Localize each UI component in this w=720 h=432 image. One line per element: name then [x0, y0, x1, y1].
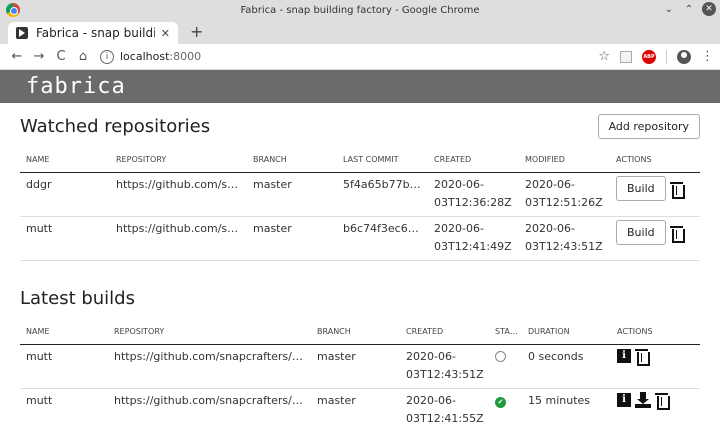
repo-name: mutt [20, 216, 110, 261]
watched-section-header: Watched repositories Add repository [20, 103, 700, 149]
repo-actions: Build [610, 172, 700, 217]
delete-trash-icon[interactable] [635, 348, 650, 366]
column-header: BRANCH [311, 321, 400, 345]
watched-repositories-table: NAME REPOSITORY BRANCH LAST COMMIT CREAT… [20, 149, 700, 261]
repo-branch: master [247, 216, 337, 261]
build-repo-url: https://github.com/snapcrafters/mutt [108, 344, 311, 389]
column-header: CREATED [428, 149, 519, 173]
status-pending-icon [495, 351, 506, 362]
builds-section-header: Latest builds [20, 275, 700, 321]
minimize-button[interactable]: ⌄ [662, 4, 676, 15]
tab-title: Fabrica - snap building [36, 26, 155, 40]
window-title: Fabrica - snap building factory - Google… [240, 4, 480, 16]
table-header-row: NAME REPOSITORY BRANCH LAST COMMIT CREAT… [20, 149, 700, 173]
watched-repositories-title: Watched repositories [20, 115, 211, 137]
delete-trash-icon[interactable] [669, 181, 685, 199]
tab-close-icon[interactable]: ✕ [161, 27, 170, 40]
build-branch: master [311, 344, 400, 389]
column-header: NAME [20, 149, 110, 173]
fabrica-favicon-icon [16, 27, 28, 39]
info-icon[interactable]: i [617, 349, 631, 363]
toolbar-divider [666, 49, 667, 64]
info-icon[interactable]: i [617, 393, 631, 407]
repo-url: https://github.com/snapcrafters/mutt [110, 216, 247, 261]
column-header: ACTIONS [611, 321, 700, 345]
download-icon[interactable] [635, 392, 651, 408]
latest-builds-table: NAME REPOSITORY BRANCH CREATED STA… DURA… [20, 321, 700, 432]
url-host: localhost [120, 50, 170, 63]
build-status [489, 344, 522, 389]
app-logo[interactable]: fabrica [26, 74, 126, 99]
table-header-row: NAME REPOSITORY BRANCH CREATED STA… DURA… [20, 321, 700, 345]
repo-name: ddgr [20, 172, 110, 217]
build-duration: 0 seconds [522, 344, 611, 389]
column-header: STA… [489, 321, 522, 345]
column-header: LAST COMMIT [337, 149, 428, 173]
extension-icon[interactable] [620, 50, 632, 63]
app-header: fabrica [0, 70, 720, 103]
column-header: MODIFIED [519, 149, 610, 173]
chrome-logo-icon [6, 3, 20, 17]
column-header: NAME [20, 321, 108, 345]
forward-button[interactable]: → [28, 49, 50, 64]
column-header: BRANCH [247, 149, 337, 173]
toolbar-right: ☆ ABP ⋮ [598, 49, 714, 64]
build-created: 2020-06-03T12:41:55Z [400, 388, 489, 432]
adblock-icon[interactable]: ABP [642, 49, 656, 64]
delete-trash-icon[interactable] [655, 392, 670, 410]
latest-builds-title: Latest builds [20, 287, 135, 309]
build-branch: master [311, 388, 400, 432]
tab-strip: Fabrica - snap building ✕ + [0, 20, 720, 44]
new-tab-button[interactable]: + [190, 22, 203, 41]
build-button[interactable]: Build [616, 220, 666, 245]
maximize-button[interactable]: ⌃ [682, 4, 696, 15]
back-button[interactable]: ← [6, 49, 28, 64]
add-repository-button[interactable]: Add repository [597, 113, 700, 139]
build-duration: 15 minutes [522, 388, 611, 432]
delete-trash-icon[interactable] [669, 225, 685, 243]
repo-url: https://github.com/snapcrafters/ddgr [110, 172, 247, 217]
repo-created: 2020-06-03T12:36:28Z [428, 172, 519, 217]
window-controls: ⌄ ⌃ ✕ [662, 2, 716, 16]
column-header: CREATED [400, 321, 489, 345]
url-port: :8000 [169, 50, 202, 63]
browser-toolbar: ← → C ⌂ i localhost:8000 ☆ ABP ⋮ [0, 44, 720, 70]
build-actions: i [611, 388, 700, 432]
close-window-button[interactable]: ✕ [702, 2, 716, 16]
repo-modified: 2020-06-03T12:43:51Z [519, 216, 610, 261]
table-row: mutt https://github.com/snapcrafters/mut… [20, 388, 700, 432]
build-repo-url: https://github.com/snapcrafters/mutt [108, 388, 311, 432]
profile-avatar-icon[interactable] [677, 49, 691, 64]
address-bar[interactable]: i localhost:8000 [100, 47, 592, 67]
column-header: ACTIONS [610, 149, 700, 173]
home-button[interactable]: ⌂ [72, 49, 94, 64]
repo-actions: Build [610, 216, 700, 261]
build-name: mutt [20, 344, 108, 389]
build-button[interactable]: Build [616, 176, 666, 201]
build-name: mutt [20, 388, 108, 432]
column-header: DURATION [522, 321, 611, 345]
reload-button[interactable]: C [50, 49, 72, 64]
build-created: 2020-06-03T12:43:51Z [400, 344, 489, 389]
table-row: ddgr https://github.com/snapcrafters/ddg… [20, 172, 700, 217]
repo-last-commit: b6c74f3ec6e… [337, 216, 428, 261]
build-status: ✔ [489, 388, 522, 432]
window-titlebar: Fabrica - snap building factory - Google… [0, 0, 720, 20]
main-content: Watched repositories Add repository NAME… [0, 103, 720, 432]
bookmark-star-icon[interactable]: ☆ [598, 49, 610, 64]
site-info-icon[interactable]: i [100, 49, 114, 64]
repo-last-commit: 5f4a65b77b6… [337, 172, 428, 217]
status-complete-icon: ✔ [495, 397, 506, 408]
table-row: mutt https://github.com/snapcrafters/mut… [20, 216, 700, 261]
build-actions: i [611, 344, 700, 389]
chrome-menu-icon[interactable]: ⋮ [701, 49, 714, 64]
column-header: REPOSITORY [110, 149, 247, 173]
repo-created: 2020-06-03T12:41:49Z [428, 216, 519, 261]
browser-tab[interactable]: Fabrica - snap building ✕ [8, 22, 178, 44]
table-row: mutt https://github.com/snapcrafters/mut… [20, 344, 700, 389]
repo-branch: master [247, 172, 337, 217]
column-header: REPOSITORY [108, 321, 311, 345]
repo-modified: 2020-06-03T12:51:26Z [519, 172, 610, 217]
